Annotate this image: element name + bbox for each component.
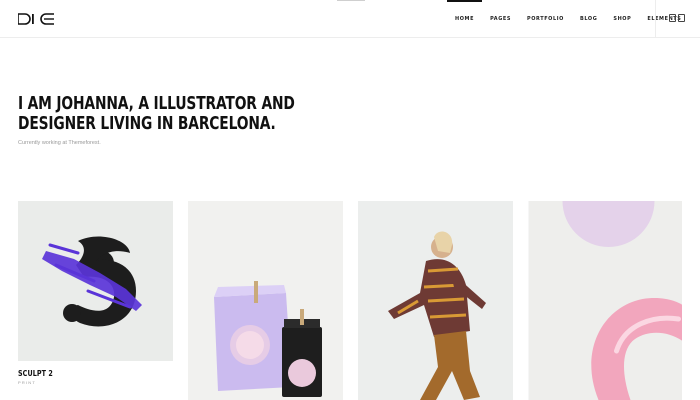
top-accent-line [337,0,365,1]
site-header: HOME PAGES PORTFOLIO BLOG SHOP ELEMENTS [0,0,700,38]
portfolio-item-category: PRINT [18,380,36,385]
packaging-artwork-image [188,201,343,400]
nav-pages[interactable]: PAGES [482,0,519,38]
fashion-photo-image [358,201,513,400]
hero-subtitle: Currently working at Themeforest. [18,140,101,146]
main-nav: HOME PAGES PORTFOLIO BLOG SHOP ELEMENTS [447,0,689,38]
sculpt-artwork-image [18,201,173,361]
hero-title-line-2: DESIGNER LIVING IN BARCELONA. [18,114,276,134]
portfolio-item-3d-shape[interactable] [528,201,682,400]
sidebar-toggle-icon[interactable] [669,14,685,22]
pink-3d-shape-image [528,201,682,400]
portfolio-item-title[interactable]: SCULPT 2 [18,369,53,378]
header-divider [655,0,656,38]
nav-blog[interactable]: BLOG [572,0,605,38]
hero-title-line-1: I AM JOHANNA, A ILLUSTRATOR AND [18,94,295,114]
nav-shop[interactable]: SHOP [605,0,639,38]
portfolio-item-fashion[interactable] [358,201,513,400]
logo[interactable] [18,12,58,26]
nav-home[interactable]: HOME [447,0,483,38]
portfolio-item-sculpt-2[interactable]: SCULPT 2 PRINT [18,201,173,400]
hero-title: I AM JOHANNA, A ILLUSTRATOR AND DESIGNER… [18,94,302,134]
portfolio-item-packaging[interactable] [188,201,343,400]
nav-portfolio[interactable]: PORTFOLIO [519,0,572,38]
